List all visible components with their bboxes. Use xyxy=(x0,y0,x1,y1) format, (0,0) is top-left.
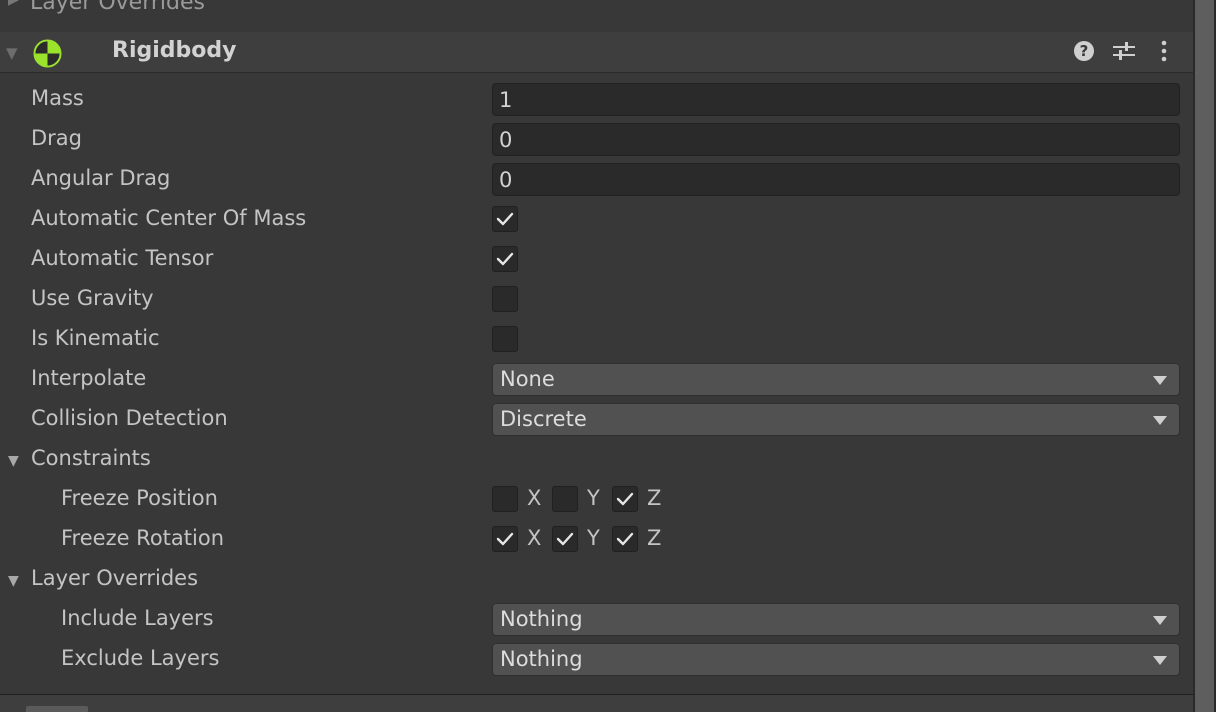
automatic-center-of-mass-row: Automatic Center Of Mass xyxy=(0,200,1193,240)
collision-detection-label: Collision Detection xyxy=(31,406,228,430)
use-gravity-label: Use Gravity xyxy=(31,286,154,310)
angular-drag-row: Angular Drag 0 xyxy=(0,160,1193,200)
include-layers-row: Include Layers Nothing xyxy=(0,600,1193,640)
component-title: Rigidbody xyxy=(112,38,237,63)
fold-arrow-icon[interactable]: ▼ xyxy=(8,453,19,469)
svg-text:?: ? xyxy=(1080,42,1089,60)
freeze-position-label: Freeze Position xyxy=(61,486,218,510)
rigidbody-component-header[interactable]: ▼ Rigidbody ? xyxy=(0,32,1193,73)
mass-label: Mass xyxy=(31,86,84,110)
checkmark-icon xyxy=(556,532,574,546)
angular-drag-label: Angular Drag xyxy=(31,166,171,190)
freeze-rotation-y-checkbox[interactable] xyxy=(552,526,578,552)
freeze-rotation-z-checkbox[interactable] xyxy=(612,526,638,552)
automatic-tensor-label: Automatic Tensor xyxy=(31,246,214,270)
axis-y-label: Y xyxy=(587,486,600,510)
constraints-label: Constraints xyxy=(31,446,151,470)
more-options-icon[interactable] xyxy=(1151,38,1177,64)
is-kinematic-row: Is Kinematic xyxy=(0,320,1193,360)
dropdown-arrow-icon xyxy=(1153,416,1167,425)
presets-icon[interactable] xyxy=(1111,38,1137,64)
use-gravity-checkbox[interactable] xyxy=(492,286,518,312)
drag-label: Drag xyxy=(31,126,83,150)
checkmark-icon xyxy=(496,532,514,546)
mass-row: Mass 1 xyxy=(0,80,1193,120)
axis-z-label: Z xyxy=(647,486,662,510)
freeze-rotation-row: Freeze Rotation X Y Z xyxy=(0,520,1193,560)
collision-detection-row: Collision Detection Discrete xyxy=(0,400,1193,440)
checkmark-icon xyxy=(496,252,514,266)
rigidbody-icon xyxy=(33,39,62,68)
interpolate-row: Interpolate None xyxy=(0,360,1193,400)
exclude-layers-label: Exclude Layers xyxy=(61,646,220,670)
freeze-rotation-label: Freeze Rotation xyxy=(61,526,225,550)
dropdown-arrow-icon xyxy=(1153,376,1167,385)
previous-component-header[interactable]: ▶ Layer Overrides xyxy=(0,0,1193,33)
automatic-tensor-row: Automatic Tensor xyxy=(0,240,1193,280)
checkmark-icon xyxy=(496,212,514,226)
drag-row: Drag 0 xyxy=(0,120,1193,160)
collision-detection-dropdown[interactable]: Discrete xyxy=(492,403,1180,436)
automatic-center-of-mass-label: Automatic Center Of Mass xyxy=(31,206,307,230)
layer-overrides-foldout[interactable]: ▼ Layer Overrides xyxy=(0,560,1193,600)
help-icon[interactable]: ? xyxy=(1071,38,1097,64)
freeze-position-y-checkbox[interactable] xyxy=(552,486,578,512)
freeze-rotation-x-checkbox[interactable] xyxy=(492,526,518,552)
scrollbar-thumb[interactable] xyxy=(1195,0,1214,712)
interpolate-dropdown[interactable]: None xyxy=(492,363,1180,396)
include-layers-label: Include Layers xyxy=(61,606,214,630)
interpolate-label: Interpolate xyxy=(31,366,147,390)
axis-z-label: Z xyxy=(647,526,662,550)
exclude-layers-dropdown[interactable]: Nothing xyxy=(492,643,1180,676)
fold-arrow-icon[interactable]: ▶ xyxy=(8,0,19,8)
fold-arrow-icon[interactable]: ▼ xyxy=(8,573,19,589)
automatic-center-of-mass-checkbox[interactable] xyxy=(492,206,518,232)
constraints-foldout[interactable]: ▼ Constraints xyxy=(0,440,1193,480)
is-kinematic-label: Is Kinematic xyxy=(31,326,160,350)
freeze-position-z-checkbox[interactable] xyxy=(612,486,638,512)
next-component-header[interactable] xyxy=(0,695,1193,712)
use-gravity-row: Use Gravity xyxy=(0,280,1193,320)
dropdown-arrow-icon xyxy=(1153,616,1167,625)
layer-overrides-label: Layer Overrides xyxy=(31,566,199,590)
axis-x-label: X xyxy=(527,486,542,510)
freeze-position-x-checkbox[interactable] xyxy=(492,486,518,512)
previous-component-label: Layer Overrides xyxy=(30,0,205,15)
checkmark-icon xyxy=(616,532,634,546)
mass-input[interactable]: 1 xyxy=(492,83,1180,116)
dropdown-arrow-icon xyxy=(1153,656,1167,665)
angular-drag-input[interactable]: 0 xyxy=(492,163,1180,196)
axis-x-label: X xyxy=(527,526,542,550)
include-layers-dropdown[interactable]: Nothing xyxy=(492,603,1180,636)
checkmark-icon xyxy=(616,492,634,506)
fold-arrow-icon[interactable]: ▼ xyxy=(6,44,18,62)
freeze-position-row: Freeze Position X Y Z xyxy=(0,480,1193,520)
exclude-layers-row: Exclude Layers Nothing xyxy=(0,640,1193,680)
is-kinematic-checkbox[interactable] xyxy=(492,326,518,352)
drag-input[interactable]: 0 xyxy=(492,123,1180,156)
component-icon xyxy=(26,706,88,712)
axis-y-label: Y xyxy=(587,526,600,550)
automatic-tensor-checkbox[interactable] xyxy=(492,246,518,272)
inspector-panel: ▶ Layer Overrides ▼ Rigidbody ? Mass 1 D… xyxy=(0,0,1193,712)
